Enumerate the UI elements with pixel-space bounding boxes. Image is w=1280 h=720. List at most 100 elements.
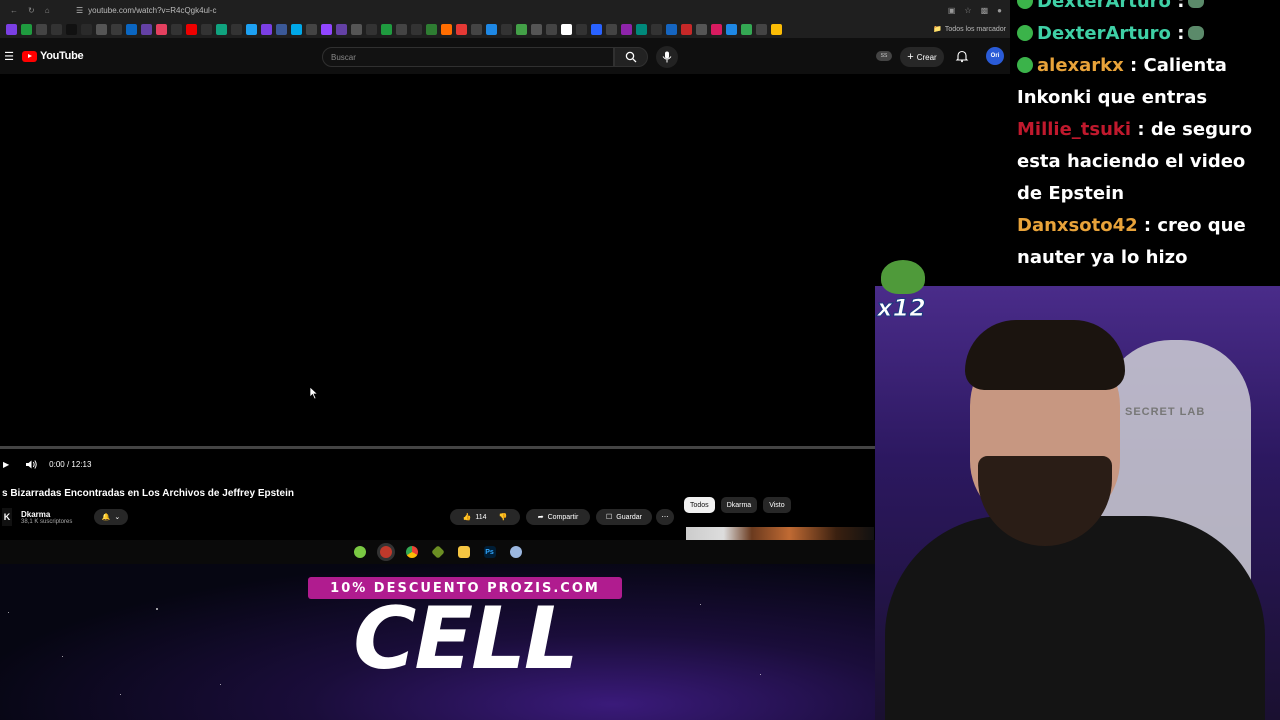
recommended-thumbnail[interactable] bbox=[686, 527, 874, 540]
bookmark-icon[interactable] bbox=[336, 23, 347, 35]
bookmark-icon[interactable] bbox=[441, 23, 452, 35]
bookmark-icon[interactable] bbox=[501, 23, 512, 35]
ss-badge[interactable]: SS bbox=[876, 51, 892, 61]
bookmark-icon[interactable] bbox=[216, 23, 227, 35]
subscribed-bell-button[interactable]: 🔔 ⌄ bbox=[94, 509, 128, 525]
create-button[interactable]: + Crear bbox=[900, 47, 944, 67]
save-button[interactable]: ☐ Guardar bbox=[596, 509, 652, 525]
bookmark-icon[interactable] bbox=[531, 23, 542, 35]
bookmark-icon[interactable] bbox=[201, 23, 212, 35]
bookmark-icon[interactable] bbox=[666, 23, 677, 35]
youtube-logo[interactable]: YouTube bbox=[22, 50, 84, 62]
chip-todos[interactable]: Todos bbox=[684, 497, 715, 513]
bookmark-icon[interactable] bbox=[141, 23, 152, 35]
bookmark-icon[interactable] bbox=[291, 23, 302, 35]
bookmark-icon[interactable] bbox=[636, 23, 647, 35]
chip-dkarma[interactable]: Dkarma bbox=[720, 497, 758, 513]
bookmark-icon[interactable] bbox=[21, 23, 32, 35]
bookmark-icon[interactable] bbox=[126, 23, 137, 35]
like-button[interactable]: 👍 114 bbox=[462, 513, 487, 522]
app-icon[interactable] bbox=[379, 546, 392, 558]
bookmark-icon[interactable] bbox=[696, 23, 707, 35]
bookmark-icon[interactable] bbox=[396, 23, 407, 35]
chip-visto[interactable]: Visto bbox=[763, 497, 791, 513]
bookmark-icon[interactable] bbox=[366, 23, 377, 35]
bookmark-icon[interactable] bbox=[546, 23, 557, 35]
bookmark-icon[interactable] bbox=[741, 23, 752, 35]
bookmark-icon[interactable] bbox=[471, 23, 482, 35]
bookmark-icon[interactable] bbox=[6, 23, 17, 35]
bookmark-icon[interactable] bbox=[381, 23, 392, 35]
search-button[interactable] bbox=[614, 47, 648, 67]
voice-search-button[interactable] bbox=[656, 46, 678, 68]
video-player[interactable] bbox=[0, 74, 875, 449]
bookmark-icon[interactable] bbox=[681, 23, 692, 35]
app-icon[interactable] bbox=[430, 545, 445, 559]
bookmark-icon[interactable] bbox=[96, 23, 107, 35]
chat-username: alexarkx bbox=[1037, 55, 1124, 76]
bookmark-icon[interactable] bbox=[516, 23, 527, 35]
account-avatar[interactable]: Ori bbox=[986, 47, 1004, 65]
all-bookmarks[interactable]: 📁 Todos los marcador bbox=[933, 25, 1010, 34]
progress-bar[interactable] bbox=[0, 446, 875, 449]
promo-code: CELL bbox=[353, 589, 578, 689]
bookmark-icon[interactable] bbox=[351, 23, 362, 35]
bookmark-icon[interactable] bbox=[771, 23, 782, 35]
bookmark-icon[interactable] bbox=[321, 23, 332, 35]
bookmark-icon[interactable] bbox=[51, 23, 62, 35]
bookmark-icon[interactable] bbox=[711, 23, 722, 35]
bookmark-icon[interactable] bbox=[246, 23, 257, 35]
bookmark-icon[interactable] bbox=[81, 23, 92, 35]
share-button[interactable]: ➦ Compartir bbox=[526, 509, 590, 525]
bookmark-icon[interactable] bbox=[156, 23, 167, 35]
bookmark-icon[interactable] bbox=[726, 23, 737, 35]
bookmark-icon[interactable] bbox=[756, 23, 767, 35]
bookmark-icon[interactable] bbox=[576, 23, 587, 35]
play-icon[interactable]: ▶ bbox=[3, 460, 9, 469]
back-icon[interactable]: ← bbox=[10, 6, 18, 15]
site-info-icon[interactable]: ☰ bbox=[76, 6, 83, 15]
search-input[interactable]: Buscar bbox=[322, 47, 614, 67]
bookmark-icon[interactable] bbox=[186, 23, 197, 35]
bookmark-icon[interactable] bbox=[651, 23, 662, 35]
bookmark-icon[interactable] bbox=[36, 23, 47, 35]
thumbs-down-icon[interactable]: 👎 bbox=[499, 513, 508, 521]
star-icon[interactable]: ☆ bbox=[964, 6, 971, 15]
address-bar[interactable]: ☰ youtube.com/watch?v=R4cQgk4ul-c bbox=[76, 6, 216, 15]
extension-icon[interactable]: ▩ bbox=[981, 6, 989, 15]
bookmark-icon[interactable] bbox=[411, 23, 422, 35]
bookmark-icon[interactable] bbox=[111, 23, 122, 35]
bookmark-icon[interactable] bbox=[276, 23, 287, 35]
profile-icon[interactable]: ● bbox=[997, 6, 1002, 15]
photoshop-icon[interactable]: Ps bbox=[483, 546, 496, 558]
bookmark-icon[interactable] bbox=[486, 23, 497, 35]
bookmark-icon[interactable] bbox=[606, 23, 617, 35]
menu-icon[interactable]: ☰ bbox=[0, 50, 18, 63]
channel-name[interactable]: Dkarma bbox=[21, 510, 72, 519]
app-icon[interactable] bbox=[353, 546, 366, 558]
bookmark-icon[interactable] bbox=[591, 23, 602, 35]
bookmark-icon[interactable] bbox=[426, 23, 437, 35]
bookmark-icon[interactable] bbox=[456, 23, 467, 35]
folder-app-icon[interactable] bbox=[457, 546, 470, 558]
bookmark-icon[interactable] bbox=[561, 23, 572, 35]
volume-icon[interactable] bbox=[25, 459, 38, 470]
bookmark-icon[interactable] bbox=[306, 23, 317, 35]
cast-icon[interactable]: ▣ bbox=[948, 6, 956, 15]
channel-avatar[interactable]: K bbox=[2, 508, 12, 526]
thumbs-up-icon: 👍 bbox=[462, 514, 472, 521]
app-icon[interactable] bbox=[509, 546, 522, 558]
more-actions-button[interactable]: ⋯ bbox=[656, 509, 674, 525]
bookmark-icon[interactable] bbox=[621, 23, 632, 35]
chrome-icon[interactable] bbox=[405, 546, 418, 558]
bookmark-icon[interactable] bbox=[66, 23, 77, 35]
folder-icon: 📁 bbox=[933, 26, 942, 33]
home-icon[interactable]: ⌂ bbox=[45, 6, 50, 15]
bookmark-icon[interactable] bbox=[261, 23, 272, 35]
video-title: s Bizarradas Encontradas en Los Archivos… bbox=[2, 488, 294, 499]
url-text[interactable]: youtube.com/watch?v=R4cQgk4ul-c bbox=[88, 6, 216, 15]
bookmark-icon[interactable] bbox=[231, 23, 242, 35]
reload-icon[interactable]: ↻ bbox=[28, 6, 35, 15]
bookmark-icon[interactable] bbox=[171, 23, 182, 35]
notifications-bell-icon[interactable] bbox=[955, 49, 969, 63]
